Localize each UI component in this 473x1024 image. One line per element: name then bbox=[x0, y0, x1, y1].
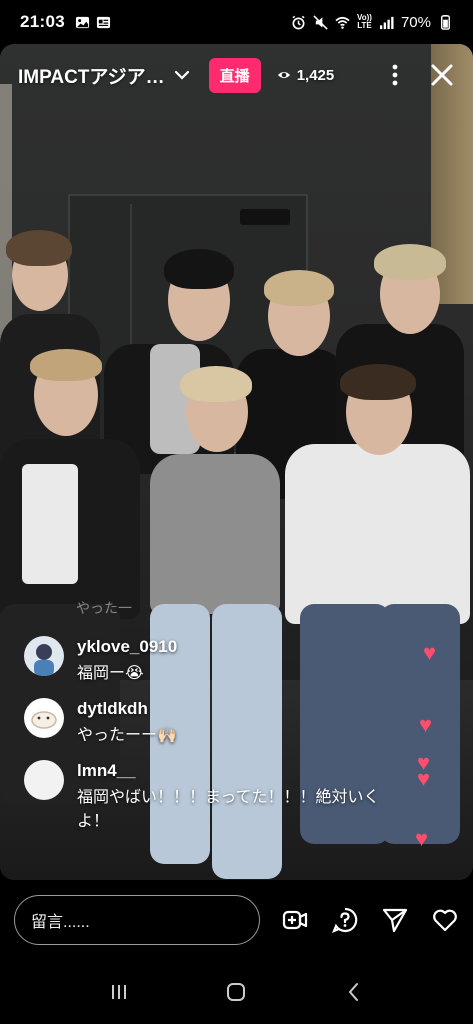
heart-icon: ♥ bbox=[419, 712, 433, 737]
comment-username[interactable]: yklove_0910 bbox=[77, 636, 404, 658]
gallery-icon bbox=[75, 16, 90, 28]
heart-icon: ♥ bbox=[423, 640, 437, 665]
battery-percent: 70% bbox=[400, 13, 431, 31]
fading-comment: やった一 bbox=[76, 600, 132, 616]
back-icon[interactable] bbox=[342, 980, 366, 1004]
home-icon[interactable] bbox=[224, 980, 248, 1004]
heart-icon: ♥ bbox=[417, 766, 431, 791]
mute-icon bbox=[313, 14, 328, 30]
heart-icon: ♥ bbox=[415, 826, 429, 851]
comment-message: やったーー🙌🏻 bbox=[77, 727, 177, 744]
signal-icon bbox=[379, 16, 394, 29]
chevron-down-icon[interactable] bbox=[173, 66, 191, 84]
question-icon[interactable] bbox=[331, 906, 359, 934]
live-header: IMPACTアジア… 直播 1,425 bbox=[0, 50, 473, 100]
avatar[interactable] bbox=[24, 636, 64, 676]
comment-username[interactable]: lmn4__ bbox=[77, 760, 404, 782]
status-time: 21:03 bbox=[20, 12, 65, 31]
viewer-count-value: 1,425 bbox=[296, 66, 335, 84]
news-icon bbox=[96, 16, 111, 28]
system-nav-bar bbox=[0, 960, 473, 1024]
comment-message: 福岡ー😭 bbox=[77, 665, 144, 682]
recent-apps-icon[interactable] bbox=[107, 980, 131, 1004]
wall-camera bbox=[240, 209, 290, 225]
comment-composer-bar: 留言...... bbox=[0, 880, 473, 960]
floating-hearts: ♥ ♥ ♥ ♥ ♥ bbox=[415, 640, 461, 870]
comment-item[interactable]: yklove_0910 福岡ー😭 bbox=[24, 636, 404, 686]
avatar[interactable] bbox=[24, 760, 64, 800]
send-icon[interactable] bbox=[381, 906, 409, 934]
battery-icon bbox=[441, 14, 450, 30]
comment-input[interactable]: 留言...... bbox=[14, 895, 260, 945]
close-icon[interactable] bbox=[429, 62, 455, 88]
status-bar: 21:03 Vo)) LTE 70% bbox=[0, 0, 473, 44]
live-badge: 直播 bbox=[208, 57, 261, 93]
viewer-count[interactable]: 1,425 bbox=[277, 66, 335, 84]
alarm-icon bbox=[292, 15, 305, 29]
stream-title[interactable]: IMPACTアジア… bbox=[18, 62, 165, 89]
add-guest-icon[interactable] bbox=[281, 906, 309, 934]
comment-username[interactable]: dytldkdh bbox=[77, 698, 404, 720]
comment-item[interactable]: dytldkdh やったーー🙌🏻 bbox=[24, 698, 404, 748]
volte-indicator: Vo)) LTE bbox=[357, 13, 372, 30]
eye-icon bbox=[277, 71, 290, 79]
comment-message: 福岡やばい！！！まってた！！！絶対いくよ！ bbox=[77, 789, 380, 830]
comment-list: yklove_0910 福岡ー😭 dytldkdh やったーー🙌🏻 lmn4__… bbox=[24, 636, 404, 846]
comment-item[interactable]: lmn4__ 福岡やばい！！！まってた！！！絶対いくよ！ bbox=[24, 760, 404, 834]
heart-icon[interactable] bbox=[431, 906, 459, 934]
wifi-icon bbox=[335, 16, 350, 29]
more-icon[interactable] bbox=[383, 63, 407, 87]
avatar[interactable] bbox=[24, 698, 64, 738]
